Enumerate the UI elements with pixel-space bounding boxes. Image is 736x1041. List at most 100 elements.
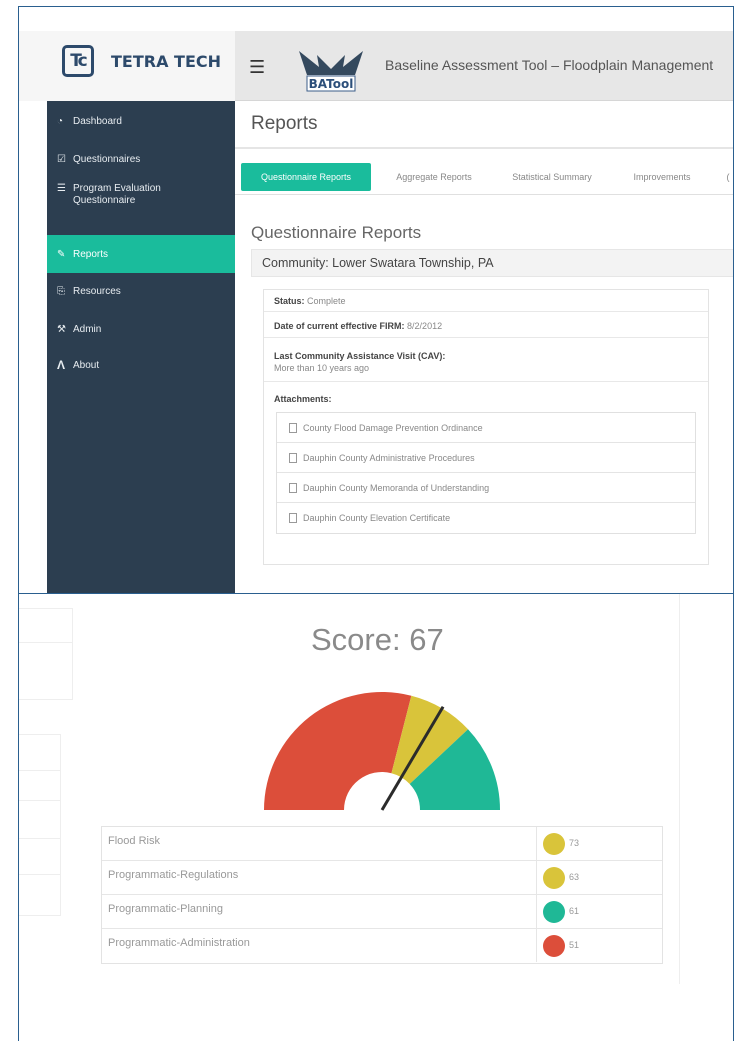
app-title: Baseline Assessment Tool – Floodplain Ma… bbox=[385, 57, 714, 73]
batool-logo-text: BATool bbox=[309, 77, 354, 91]
category-score-table: Flood Risk 73 Programmatic-Regulations 6… bbox=[101, 826, 663, 964]
tab-overflow[interactable]: ( bbox=[721, 163, 733, 191]
score-cell: 73 bbox=[536, 827, 664, 860]
score-gauge bbox=[264, 692, 500, 811]
divider bbox=[19, 800, 61, 801]
status-label: Status: bbox=[274, 296, 305, 306]
tetra-tech-logo-icon[interactable]: Tc bbox=[62, 45, 94, 77]
faded-panel bbox=[19, 734, 61, 916]
community-name: Community: Lower Swatara Township, PA bbox=[262, 256, 494, 270]
report-details-card: Status: Complete Date of current effecti… bbox=[263, 289, 709, 565]
category-score: 63 bbox=[569, 872, 580, 882]
category-score: 73 bbox=[569, 838, 580, 848]
score-title: Score: 67 bbox=[311, 622, 444, 657]
sidebar-item-program-evaluation[interactable]: ☰ Program Evaluation Questionnaire bbox=[47, 183, 235, 219]
divider bbox=[679, 594, 680, 984]
category-name: Programmatic-Regulations bbox=[108, 869, 239, 881]
firm-date-row: Date of current effective FIRM: 8/2/2012 bbox=[264, 314, 708, 338]
attachment-link[interactable]: County Flood Damage Prevention Ordinance bbox=[277, 413, 695, 443]
lambda-icon: Λ bbox=[57, 358, 66, 372]
tab-aggregate-reports[interactable]: Aggregate Reports bbox=[385, 163, 483, 191]
divider bbox=[19, 770, 61, 771]
attachment-name: Dauphin County Administrative Procedures bbox=[303, 452, 475, 463]
section-title: Questionnaire Reports bbox=[251, 223, 422, 242]
app-screenshot-top: Tc TETRA TECH ☰ BATool Baseline Assessme… bbox=[18, 6, 734, 594]
gauge-red-segment bbox=[264, 692, 412, 810]
category-name: Flood Risk bbox=[108, 835, 160, 847]
sidebar-item-admin[interactable]: ⚒ Admin bbox=[47, 317, 235, 341]
category-score: 61 bbox=[569, 906, 580, 916]
status-row: Status: Complete bbox=[264, 290, 708, 312]
sidebar-item-about[interactable]: Λ About bbox=[47, 353, 235, 377]
sidebar-item-label: Reports bbox=[73, 248, 109, 260]
report-tabs: Questionnaire Reports Aggregate Reports … bbox=[235, 159, 733, 195]
sidebar-item-label: Admin bbox=[73, 323, 102, 335]
attachment-name: Dauphin County Elevation Certificate bbox=[303, 513, 451, 523]
sidebar-item-questionnaires[interactable]: ☑ Questionnaires bbox=[47, 147, 235, 171]
firm-date-label: Date of current effective FIRM: bbox=[274, 321, 405, 331]
document-icon bbox=[289, 513, 297, 523]
sidebar-item-label: About bbox=[73, 359, 100, 371]
table-row: Programmatic-Planning 61 bbox=[102, 895, 662, 929]
cav-row: Last Community Assistance Visit (CAV): M… bbox=[264, 342, 708, 382]
tab-questionnaire-reports[interactable]: Questionnaire Reports bbox=[241, 163, 371, 191]
score-indicator-icon bbox=[543, 901, 565, 923]
sidebar: ◔ Dashboard ☑ Questionnaires ☰ Program E… bbox=[47, 101, 235, 593]
sidebar-item-dashboard[interactable]: ◔ Dashboard bbox=[47, 109, 235, 133]
checkbox-icon: ☑ bbox=[57, 153, 66, 165]
divider bbox=[19, 642, 73, 643]
copy-icon: ⎘ bbox=[57, 285, 65, 297]
top-bar: ☰ BATool Baseline Assessment Tool – Floo… bbox=[235, 31, 733, 101]
score-cell: 63 bbox=[536, 861, 664, 894]
table-row: Programmatic-Administration 51 bbox=[102, 929, 662, 963]
divider bbox=[235, 147, 733, 149]
attachments-row: Attachments: bbox=[264, 394, 708, 410]
cav-label: Last Community Assistance Visit (CAV): bbox=[274, 351, 446, 361]
batool-logo[interactable]: BATool bbox=[295, 45, 367, 93]
batool-wings-icon bbox=[299, 51, 363, 75]
attachments-label: Attachments: bbox=[274, 394, 332, 404]
category-name: Programmatic-Planning bbox=[108, 903, 223, 915]
divider bbox=[19, 838, 61, 839]
attachments-list: County Flood Damage Prevention Ordinance… bbox=[276, 412, 696, 534]
attachment-link[interactable]: Dauphin County Memoranda of Understandin… bbox=[277, 473, 695, 503]
document-icon bbox=[289, 482, 297, 493]
attachment-link[interactable]: Dauphin County Administrative Procedures bbox=[277, 443, 695, 473]
brand-name: TETRA TECH bbox=[111, 52, 222, 71]
sidebar-item-resources[interactable]: ⎘ Resources bbox=[47, 279, 235, 303]
tab-statistical-summary[interactable]: Statistical Summary bbox=[499, 163, 605, 191]
score-indicator-icon bbox=[543, 935, 565, 957]
score-cell: 61 bbox=[536, 895, 664, 928]
document-icon bbox=[289, 452, 297, 463]
list-icon: ☰ bbox=[57, 183, 66, 194]
sidebar-item-label: Program Evaluation Questionnaire bbox=[73, 183, 161, 206]
cav-value: More than 10 years ago bbox=[274, 363, 370, 373]
sidebar-item-label: Dashboard bbox=[73, 115, 122, 127]
sidebar-item-label: Questionnaires bbox=[73, 153, 141, 165]
wrench-icon: ⚒ bbox=[57, 323, 66, 335]
edit-icon: ✎ bbox=[57, 248, 66, 260]
firm-date-value: 8/2/2012 bbox=[407, 321, 443, 331]
category-name: Programmatic-Administration bbox=[108, 937, 250, 949]
table-row: Programmatic-Regulations 63 bbox=[102, 861, 662, 895]
score-indicator-icon bbox=[543, 867, 565, 889]
attachment-name: County Flood Damage Prevention Ordinance bbox=[303, 422, 483, 433]
document-icon bbox=[289, 422, 297, 433]
dashboard-icon: ◔ bbox=[57, 115, 64, 127]
status-value: Complete bbox=[307, 296, 346, 306]
category-score: 51 bbox=[569, 940, 580, 950]
hamburger-icon[interactable]: ☰ bbox=[249, 57, 265, 78]
main-content: Reports Questionnaire Reports Aggregate … bbox=[235, 101, 733, 593]
app-screenshot-bottom: Score: 67 Flood Risk 73 Programmatic-Reg… bbox=[18, 594, 734, 1041]
attachment-name: Dauphin County Memoranda of Understandin… bbox=[303, 482, 490, 493]
score-indicator-icon bbox=[543, 833, 565, 855]
sidebar-item-label: Resources bbox=[73, 285, 121, 297]
sidebar-item-reports[interactable]: ✎ Reports bbox=[47, 235, 235, 273]
tab-improvements[interactable]: Improvements bbox=[617, 163, 707, 191]
page-title: Reports bbox=[251, 113, 318, 134]
faded-panel bbox=[19, 608, 73, 700]
divider bbox=[19, 874, 61, 875]
score-cell: 51 bbox=[536, 929, 664, 962]
attachment-link[interactable]: Dauphin County Elevation Certificate bbox=[277, 503, 695, 533]
community-header: Community: Lower Swatara Township, PA bbox=[251, 249, 733, 277]
